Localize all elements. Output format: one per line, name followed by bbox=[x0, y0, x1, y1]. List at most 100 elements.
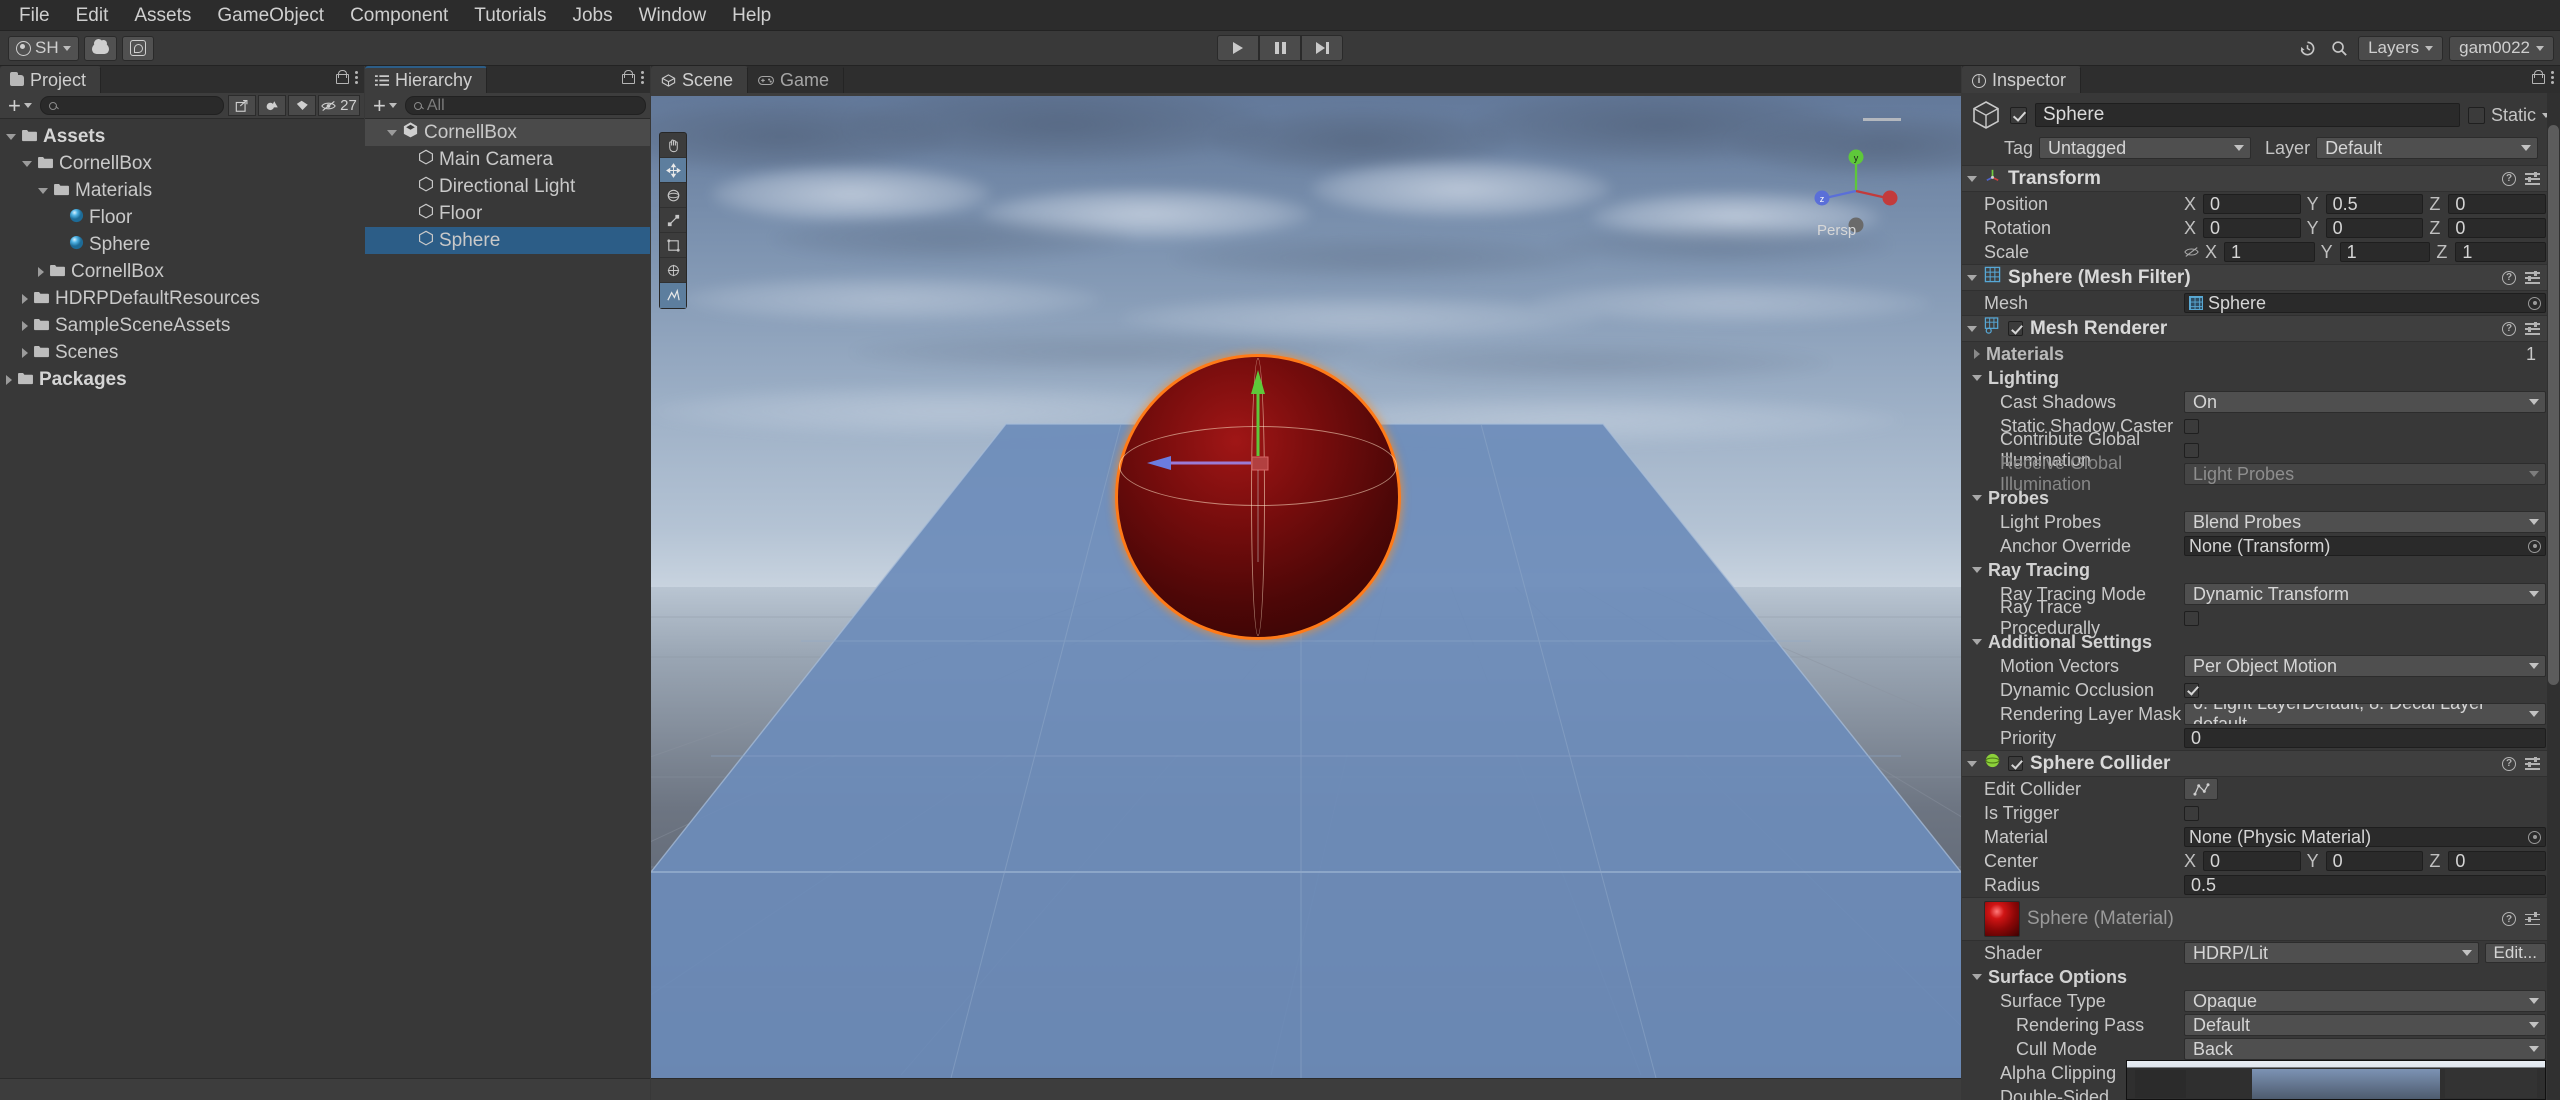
foldout-arrow-icon[interactable] bbox=[1967, 274, 1977, 281]
field-x[interactable]: 1 bbox=[2224, 242, 2315, 262]
property-dropdown[interactable]: Back bbox=[2184, 1038, 2546, 1060]
scene-viewport[interactable]: z y Persp bbox=[651, 96, 1961, 1078]
label-filter-button[interactable] bbox=[288, 95, 316, 116]
expand-arrow-icon[interactable] bbox=[22, 160, 32, 167]
field-x[interactable]: 0 bbox=[2203, 194, 2301, 214]
menu-item-window[interactable]: Window bbox=[626, 0, 720, 31]
menu-item-gameobject[interactable]: GameObject bbox=[204, 0, 337, 31]
lock-icon[interactable] bbox=[336, 70, 349, 84]
component-header[interactable]: Sphere (Material)? bbox=[1962, 897, 2560, 941]
hierarchy-item-sphere[interactable]: Sphere bbox=[365, 227, 650, 254]
help-icon[interactable]: ? bbox=[2502, 270, 2516, 285]
account-button[interactable]: SH bbox=[8, 35, 79, 61]
tab-hierarchy[interactable]: Hierarchy bbox=[365, 66, 488, 93]
hierarchy-item-cornellbox[interactable]: CornellBox bbox=[365, 119, 650, 146]
tab-inspector[interactable]: i Inspector bbox=[1962, 66, 2082, 93]
property-dropdown[interactable]: Default bbox=[2184, 1014, 2546, 1036]
tool-rotate[interactable] bbox=[660, 183, 686, 208]
property-dropdown[interactable]: 0: Light LayerDefault, 8: Decal Layer de… bbox=[2184, 703, 2546, 725]
expand-arrow-icon[interactable] bbox=[6, 133, 16, 140]
property-dropdown[interactable]: Dynamic Transform bbox=[2184, 583, 2546, 605]
tool-hand[interactable] bbox=[660, 133, 686, 158]
project-tree-item[interactable]: CornellBox bbox=[0, 258, 364, 285]
shader-edit-button[interactable]: Edit... bbox=[2484, 943, 2546, 963]
help-icon[interactable]: ? bbox=[2502, 321, 2516, 336]
property-dropdown[interactable]: Opaque bbox=[2184, 990, 2546, 1012]
project-tree-item[interactable]: CornellBox bbox=[0, 150, 364, 177]
preset-icon[interactable] bbox=[2525, 912, 2540, 926]
expand-arrow-icon[interactable] bbox=[387, 129, 397, 136]
create-gameobject-button[interactable]: + bbox=[369, 94, 401, 116]
search-button[interactable] bbox=[2326, 36, 2352, 61]
object-picker-icon[interactable] bbox=[2528, 296, 2541, 310]
static-checkbox[interactable] bbox=[2467, 106, 2485, 124]
project-tree-item[interactable]: Scenes bbox=[0, 339, 364, 366]
menu-item-tutorials[interactable]: Tutorials bbox=[461, 0, 559, 31]
project-tree-item[interactable]: Sphere bbox=[0, 231, 364, 258]
property-checkbox[interactable] bbox=[2184, 805, 2199, 821]
preset-icon[interactable] bbox=[2525, 756, 2540, 770]
field-z[interactable]: 0 bbox=[2448, 194, 2547, 214]
field-z[interactable]: 1 bbox=[2455, 242, 2547, 262]
hierarchy-search-input[interactable]: All bbox=[404, 96, 646, 115]
open-in-new-button[interactable] bbox=[228, 95, 256, 116]
object-picker-icon[interactable] bbox=[2528, 539, 2541, 553]
panel-menu-icon[interactable] bbox=[2551, 70, 2554, 84]
hierarchy-item-floor[interactable]: Floor bbox=[365, 200, 650, 227]
project-tree-item[interactable]: Packages bbox=[0, 366, 364, 393]
foldout-arrow-icon[interactable] bbox=[1972, 974, 1982, 980]
text-field[interactable]: 0.5 bbox=[2184, 875, 2546, 895]
move-gizmo[interactable] bbox=[1111, 346, 1431, 666]
collapse-arrow-icon[interactable] bbox=[22, 347, 28, 358]
foldout-arrow-icon[interactable] bbox=[1967, 175, 1977, 182]
object-field[interactable]: Sphere bbox=[2184, 293, 2546, 313]
layout-dropdown[interactable]: gam0022 bbox=[2449, 35, 2554, 61]
help-icon[interactable]: ? bbox=[2502, 756, 2516, 771]
layers-dropdown[interactable]: Layers bbox=[2358, 35, 2444, 61]
panel-menu-icon[interactable] bbox=[641, 70, 644, 84]
component-header[interactable]: Mesh Renderer? bbox=[1962, 315, 2560, 342]
tool-transform[interactable] bbox=[660, 258, 686, 283]
expand-arrow-icon[interactable] bbox=[38, 187, 48, 194]
foldout-arrow-icon[interactable] bbox=[1974, 349, 1980, 359]
component-enabled-checkbox[interactable] bbox=[2008, 756, 2023, 771]
field-y[interactable]: 0 bbox=[2325, 218, 2424, 238]
menu-item-jobs[interactable]: Jobs bbox=[559, 0, 625, 31]
lock-icon[interactable] bbox=[2532, 70, 2545, 84]
collapse-arrow-icon[interactable] bbox=[22, 320, 28, 331]
play-button[interactable] bbox=[1217, 35, 1259, 61]
inspector-scrollbar-track[interactable] bbox=[2547, 93, 2560, 1100]
constrain-proportions-icon[interactable] bbox=[2184, 246, 2199, 258]
tool-move[interactable] bbox=[660, 158, 686, 183]
create-asset-button[interactable]: + bbox=[4, 94, 36, 116]
foldout-arrow-icon[interactable] bbox=[1972, 495, 1982, 501]
gameobject-name-input[interactable]: Sphere bbox=[2035, 103, 2460, 127]
menu-item-assets[interactable]: Assets bbox=[121, 0, 204, 31]
field-y[interactable]: 0.5 bbox=[2325, 194, 2424, 214]
object-field[interactable]: None (Transform) bbox=[2184, 536, 2546, 556]
hierarchy-item-main-camera[interactable]: Main Camera bbox=[365, 146, 650, 173]
help-icon[interactable]: ? bbox=[2502, 171, 2516, 186]
foldout-arrow-icon[interactable] bbox=[1972, 639, 1982, 645]
object-field[interactable]: None (Physic Material) bbox=[2184, 827, 2546, 847]
pause-button[interactable] bbox=[1259, 35, 1301, 61]
component-header[interactable]: Sphere Collider? bbox=[1962, 750, 2560, 777]
tool-rect[interactable] bbox=[660, 233, 686, 258]
component-header[interactable]: Sphere (Mesh Filter)? bbox=[1962, 264, 2560, 291]
foldout-arrow-icon[interactable] bbox=[1972, 375, 1982, 381]
collapse-arrow-icon[interactable] bbox=[38, 266, 44, 277]
menu-item-help[interactable]: Help bbox=[719, 0, 784, 31]
help-icon[interactable]: ? bbox=[2502, 912, 2516, 926]
component-header[interactable]: Transform? bbox=[1962, 165, 2560, 192]
component-enabled-checkbox[interactable] bbox=[2008, 321, 2023, 336]
tab-scene[interactable]: Scene bbox=[651, 66, 749, 93]
foldout-arrow-icon[interactable] bbox=[1967, 325, 1977, 332]
field-x[interactable]: 0 bbox=[2203, 218, 2301, 238]
field-y[interactable]: 1 bbox=[2339, 242, 2431, 262]
text-field[interactable]: 0 bbox=[2184, 728, 2546, 748]
tag-dropdown[interactable]: Untagged bbox=[2039, 137, 2252, 159]
field-z[interactable]: 0 bbox=[2448, 218, 2547, 238]
property-checkbox[interactable] bbox=[2184, 682, 2199, 698]
inspector-scrollbar-thumb[interactable] bbox=[2548, 125, 2559, 685]
project-tree-item[interactable]: Floor bbox=[0, 204, 364, 231]
